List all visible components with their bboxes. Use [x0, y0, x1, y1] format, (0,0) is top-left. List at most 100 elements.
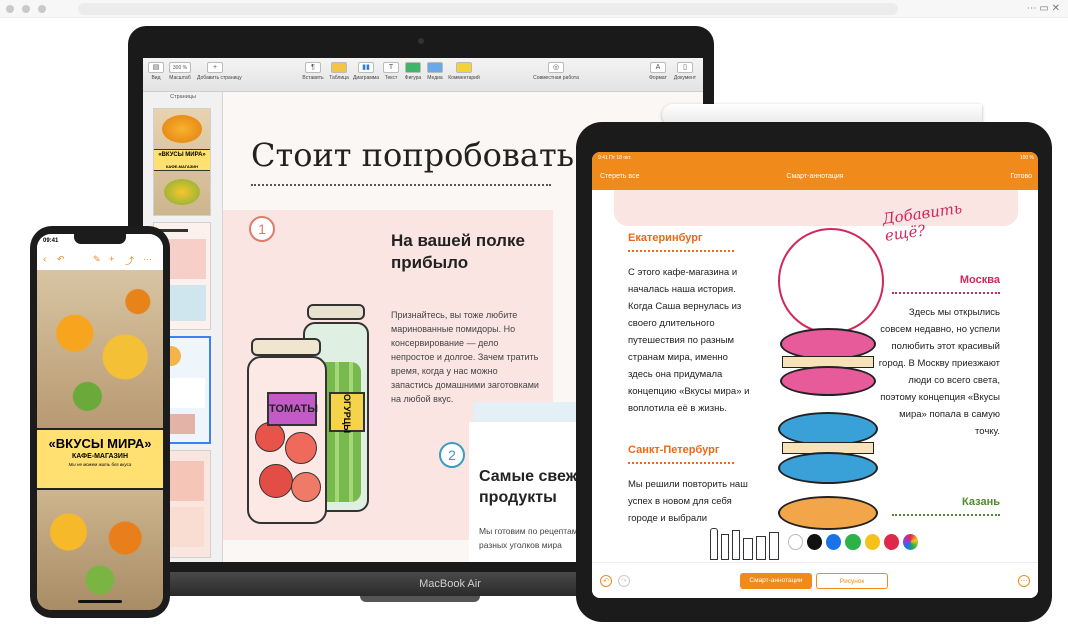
more-icon[interactable]: ⋯	[143, 254, 155, 266]
toolbar-media[interactable]: Медиа	[425, 62, 445, 88]
smart-annotation-button[interactable]: Смарт-аннотации	[740, 573, 812, 589]
thumb-sub: КАФЕ-МАГАЗИН	[165, 164, 199, 169]
color-swatch-green[interactable]	[845, 534, 861, 550]
citrus-illustration-bottom	[37, 490, 163, 610]
table-icon	[331, 62, 347, 73]
lasso-tool-icon[interactable]	[756, 536, 766, 560]
format-brush-icon: A	[650, 62, 666, 73]
redo-icon[interactable]: ↷	[618, 575, 630, 587]
home-indicator	[78, 600, 122, 603]
section1-heading: На вашей полке прибыло	[391, 231, 525, 272]
comment-icon	[456, 62, 472, 73]
marker-tool-icon[interactable]	[721, 534, 729, 560]
collaborate-icon: ◎	[548, 62, 564, 73]
annotation-circle	[778, 228, 884, 334]
pages-sidebar-title: Страницы	[170, 94, 196, 100]
address-bar[interactable]	[78, 3, 898, 15]
banner-small: Мы не можем жить без вкуса	[68, 462, 132, 467]
divider-moscow	[892, 292, 1000, 294]
pen-tool-icon[interactable]	[710, 528, 718, 560]
toolbar-collaborate[interactable]: ◎ Совместная работа	[533, 62, 579, 88]
toolbar-text[interactable]: T Текст	[381, 62, 401, 88]
banner-title: «ВКУСЫ МИРА»	[48, 436, 152, 451]
color-swatch-blue[interactable]	[826, 534, 842, 550]
clear-all-button[interactable]: Стереть все	[600, 173, 660, 183]
divider-ekaterinburg	[628, 250, 734, 252]
ruler-tool-icon[interactable]	[769, 532, 779, 560]
macaron-stack-illustration	[778, 328, 878, 530]
city-kazan: Казань	[962, 496, 1000, 508]
ipad-nav-title: Смарт-аннотация	[786, 173, 844, 180]
toolbar-comment[interactable]: Комментарий	[447, 62, 481, 88]
undo-icon[interactable]: ↶	[57, 254, 67, 266]
toolbar-insert[interactable]: ¶ Вставить	[301, 62, 325, 88]
ipad-nav-bar: Стереть все Смарт-аннотация Готово	[592, 164, 1038, 190]
iphone-time: 09:41	[43, 238, 59, 244]
chart-icon: ▮▮	[358, 62, 374, 73]
divider-spb	[628, 462, 734, 464]
section1-body: Признайтесь, вы тоже любите маринованные…	[391, 310, 539, 404]
toolbar-zoom[interactable]: 300 % Масштаб	[167, 62, 193, 88]
text-spb: Мы решили повторить наш успех в новом дл…	[628, 479, 748, 524]
color-palette	[788, 534, 918, 552]
color-swatch-black[interactable]	[807, 534, 823, 550]
macbook-camera	[418, 38, 424, 44]
zoom-value: 300 %	[169, 62, 191, 73]
divider-kazan	[892, 514, 1000, 516]
toolbar-chart[interactable]: ▮▮ Диаграмма	[353, 62, 379, 88]
text-ekaterinburg: С этого кафе-магазина и началась наша ис…	[628, 267, 750, 414]
document-icon: ▯	[677, 62, 693, 73]
undo-icon[interactable]: ↶	[600, 575, 612, 587]
media-icon	[427, 62, 443, 73]
jar2-label: ОГУРЦЫ	[329, 392, 365, 433]
toolbar-table[interactable]: Таблица	[327, 62, 351, 88]
browser-strip: ⋯ ▭ ✕	[0, 0, 1068, 18]
city-ekaterinburg: Екатеринбург	[628, 232, 703, 244]
color-swatch-red[interactable]	[883, 534, 899, 550]
pages-toolbar: ▤ Вид 300 % Масштаб + Добавить страницу ¶ Вс…	[143, 58, 703, 92]
thumb-title: «ВКУСЫ МИРА»	[158, 152, 206, 158]
color-swatch-white[interactable]	[788, 534, 804, 550]
paragraph-icon: ¶	[305, 62, 321, 73]
toolbar-format[interactable]: A Формат	[647, 62, 669, 88]
section2-number: 2	[439, 442, 465, 468]
ipad-status-bar: 9:41 Пт 18 окт. 100 %	[592, 152, 1038, 164]
toolbar-shape[interactable]: Фигура	[403, 62, 423, 88]
city-moscow: Москва	[959, 274, 1000, 286]
iphone-notch	[74, 234, 126, 244]
window-controls[interactable]	[6, 5, 66, 13]
page-thumbnail-1[interactable]: «ВКУСЫ МИРА» КАФЕ-МАГАЗИН	[153, 108, 211, 216]
ipad-screen: 9:41 Пт 18 окт. 100 % Стереть все Смарт-…	[592, 152, 1038, 598]
color-picker-icon[interactable]	[902, 534, 918, 550]
eraser-tool-icon[interactable]	[743, 538, 753, 560]
doc-title: Стоит попробовать	[251, 136, 575, 174]
more-options-icon[interactable]: ⋯	[1018, 575, 1030, 587]
toolbar-view[interactable]: ▤ Вид	[147, 62, 165, 88]
ipad-status-time: 9:41 Пт 18 окт.	[598, 155, 632, 161]
toolbar-document[interactable]: ▯ Документ	[671, 62, 699, 88]
macbook-label: MacBook Air	[419, 578, 481, 590]
sidebar-icon: ▤	[148, 62, 164, 73]
text-icon: T	[383, 62, 399, 73]
ipad-bottom-bar: ↶ ↷ Смарт-аннотации Рисунок ⋯	[592, 562, 1038, 598]
browser-controls[interactable]: ⋯ ▭ ✕	[980, 3, 1060, 15]
add-icon[interactable]: +	[109, 254, 119, 266]
title-divider	[251, 184, 551, 186]
share-icon[interactable]: ⤴	[125, 254, 135, 266]
done-button[interactable]: Готово	[992, 173, 1032, 183]
brush-icon[interactable]: ✎	[93, 254, 103, 266]
banner-subtitle: КАФЕ-МАГАЗИН	[71, 453, 129, 460]
iphone-banner: «ВКУСЫ МИРА» КАФЕ-МАГАЗИН Мы не можем жи…	[37, 428, 163, 490]
drawing-button[interactable]: Рисунок	[816, 573, 888, 589]
plus-icon: +	[207, 62, 223, 73]
toolbar-add-page[interactable]: + Добавить страницу	[197, 62, 242, 88]
ipad-battery: 100 %	[1019, 155, 1034, 161]
jar-label-tomatoes: ТОМАТЫ	[267, 392, 318, 426]
drawing-tools	[710, 526, 790, 560]
iphone-screen: 09:41 ‹ ↶ ✎ + ⤴ ⋯ «ВКУСЫ МИРА» КАФЕ-МАГА…	[37, 234, 163, 610]
section1-number: 1	[249, 216, 275, 242]
color-swatch-yellow[interactable]	[864, 534, 880, 550]
back-icon[interactable]: ‹	[43, 254, 53, 266]
shape-icon	[405, 62, 421, 73]
pencil-tool-icon[interactable]	[732, 530, 740, 560]
